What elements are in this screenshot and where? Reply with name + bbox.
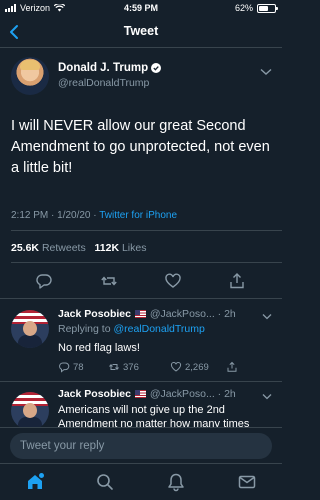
- replying-prefix: Replying to: [58, 323, 114, 335]
- reply-author-handle[interactable]: @JackPoso... · 2h: [150, 308, 236, 320]
- reply-icon[interactable]: [35, 272, 53, 290]
- divider: [0, 381, 282, 382]
- share-icon[interactable]: [228, 272, 246, 290]
- tweet-actions: [0, 272, 282, 292]
- author-name-row[interactable]: Donald J. Trump: [58, 62, 162, 74]
- notifications-icon[interactable]: [166, 472, 186, 492]
- retweets-count[interactable]: 25.6K: [11, 242, 39, 254]
- us-flag-icon: [134, 310, 146, 318]
- divider: [11, 262, 282, 263]
- battery-icon: [257, 3, 278, 13]
- retweet-icon[interactable]: [100, 272, 118, 290]
- reply-author-handle[interactable]: @JackPoso... · 2h: [150, 388, 236, 400]
- reply-icon: [59, 362, 70, 373]
- reply-actions: 78 376 2,269: [58, 361, 258, 375]
- like-count: 2,269: [185, 361, 209, 373]
- home-icon[interactable]: [25, 472, 45, 492]
- page-title: Tweet: [123, 24, 159, 38]
- reply-input[interactable]: [10, 433, 272, 459]
- reply-action-share[interactable]: [226, 361, 238, 373]
- share-icon: [227, 361, 237, 372]
- reply-avatar[interactable]: [11, 392, 49, 430]
- reply-action-retweet[interactable]: 376: [108, 361, 139, 373]
- chevron-down-icon[interactable]: [260, 68, 272, 76]
- likes-label[interactable]: Likes: [122, 242, 147, 254]
- author-handle[interactable]: @realDonaldTrump: [58, 77, 149, 89]
- us-flag-icon: [134, 390, 146, 398]
- tweet-stats: 25.6K Retweets 112K Likes: [11, 242, 146, 254]
- battery-percent: 62%: [234, 3, 253, 13]
- status-bar: Verizon 4:59 PM 62%: [0, 0, 282, 16]
- retweet-count: 376: [123, 361, 139, 373]
- reply-text: No red flag laws!: [58, 342, 140, 354]
- tweet-meta: 2:12 PM · 1/20/20 · Twitter for iPhone: [11, 210, 177, 221]
- chevron-down-icon[interactable]: [262, 313, 272, 320]
- reply-avatar[interactable]: [11, 310, 49, 348]
- tweet-timestamp: 2:12 PM · 1/20/20 ·: [11, 210, 100, 221]
- tab-bar: [0, 463, 282, 500]
- compose-bar: [0, 427, 282, 463]
- author-name: Donald J. Trump: [58, 62, 149, 74]
- retweet-icon: [109, 364, 119, 370]
- reply-count: 78: [73, 361, 84, 373]
- status-right: 62%: [234, 3, 278, 13]
- like-icon: [170, 362, 182, 372]
- replying-to: Replying to @realDonaldTrump: [58, 323, 205, 335]
- reply-author-name[interactable]: Jack Posobiec: [58, 388, 131, 400]
- like-icon[interactable]: [164, 272, 182, 290]
- nav-bar: Tweet: [0, 16, 282, 48]
- reply-author-name[interactable]: Jack Posobiec: [58, 308, 131, 320]
- reply-header: Jack Posobiec @JackPoso... · 2h: [58, 388, 258, 400]
- battery-fill: [259, 5, 269, 11]
- tweet-source-link[interactable]: Twitter for iPhone: [99, 210, 177, 221]
- replying-to-handle[interactable]: @realDonaldTrump: [113, 323, 204, 335]
- divider: [11, 230, 282, 231]
- search-icon[interactable]: [95, 472, 115, 492]
- likes-count[interactable]: 112K: [95, 242, 120, 254]
- divider: [0, 298, 282, 299]
- reply-action-like[interactable]: 2,269: [170, 361, 209, 373]
- tweet-text: I will NEVER allow our great Second Amen…: [11, 118, 270, 176]
- reply-action-reply[interactable]: 78: [58, 361, 84, 373]
- tweet-detail-screen: Verizon 4:59 PM 62% Tweet Donald J. Trum…: [0, 0, 282, 500]
- messages-icon[interactable]: [237, 472, 257, 492]
- author-avatar[interactable]: [11, 57, 49, 95]
- reply-header: Jack Posobiec @JackPoso... · 2h: [58, 308, 258, 320]
- chevron-down-icon[interactable]: [262, 393, 272, 400]
- retweets-label[interactable]: Retweets: [42, 242, 86, 254]
- verified-badge-icon: [151, 63, 162, 73]
